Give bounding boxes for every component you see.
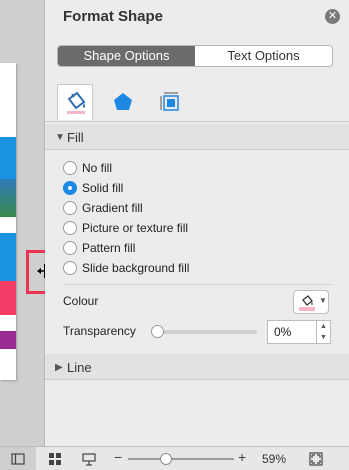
image-strip-landscape bbox=[0, 179, 16, 217]
colour-swatch bbox=[299, 307, 315, 311]
transparency-input[interactable]: 0% bbox=[267, 320, 317, 344]
shape-options-tab[interactable]: Shape Options bbox=[58, 46, 195, 66]
radio-label: Slide background fill bbox=[82, 261, 190, 275]
radio-label: Solid fill bbox=[82, 181, 124, 195]
format-shape-panel: Format Shape ✕ Shape Options Text Option… bbox=[45, 0, 349, 446]
status-bar: − + 59% bbox=[0, 446, 349, 470]
paint-bucket-icon bbox=[67, 91, 86, 114]
radio-slide-background-fill[interactable]: Slide background fill bbox=[63, 259, 189, 277]
image-strip-purple bbox=[0, 331, 16, 349]
pentagon-icon bbox=[114, 93, 132, 110]
radio-button-selected[interactable] bbox=[63, 181, 77, 195]
colour-picker-button[interactable]: ▼ bbox=[293, 290, 329, 314]
transparency-slider-thumb[interactable] bbox=[151, 325, 164, 338]
close-icon[interactable]: ✕ bbox=[325, 9, 340, 24]
image-strip-pink bbox=[0, 281, 16, 315]
radio-label: Pattern fill bbox=[82, 241, 136, 255]
transparency-slider-track[interactable] bbox=[155, 330, 257, 334]
radio-button[interactable] bbox=[63, 201, 77, 215]
expand-triangle-icon: ▶ bbox=[55, 362, 63, 373]
radio-label: No fill bbox=[82, 161, 113, 175]
fit-to-window-icon[interactable] bbox=[309, 452, 323, 466]
panel-title: Format Shape bbox=[63, 8, 164, 25]
radio-button[interactable] bbox=[63, 221, 77, 235]
shape-tabs bbox=[45, 84, 349, 122]
colour-label: Colour bbox=[63, 294, 99, 308]
fill-section-label: Fill bbox=[67, 130, 84, 145]
transparency-label: Transparency bbox=[63, 324, 136, 338]
radio-pattern-fill[interactable]: Pattern fill bbox=[63, 239, 135, 257]
options-segmented-control: Shape Options Text Options bbox=[57, 45, 333, 67]
slide-sorter-icon[interactable] bbox=[48, 452, 62, 466]
radio-label: Gradient fill bbox=[82, 201, 143, 215]
zoom-level: 59% bbox=[262, 452, 287, 466]
radio-button[interactable] bbox=[63, 261, 77, 275]
radio-no-fill[interactable]: No fill bbox=[63, 159, 112, 177]
presenter-view-icon[interactable] bbox=[82, 452, 96, 466]
slide-thumbnail[interactable] bbox=[0, 63, 16, 380]
line-section-label: Line bbox=[67, 360, 92, 375]
text-options-tab[interactable]: Text Options bbox=[195, 46, 332, 66]
radio-picture-fill[interactable]: Picture or texture fill bbox=[63, 219, 188, 237]
fill-section-header[interactable]: ▼ Fill bbox=[45, 124, 349, 150]
zoom-slider-track[interactable] bbox=[128, 458, 234, 460]
effects-tab[interactable] bbox=[105, 84, 141, 120]
zoom-slider-thumb[interactable] bbox=[160, 453, 173, 465]
size-properties-tab[interactable] bbox=[153, 84, 189, 120]
image-strip-blue bbox=[0, 137, 16, 179]
tabs-divider bbox=[45, 121, 349, 122]
image-strip-blue-2 bbox=[0, 233, 16, 283]
transparency-stepper[interactable]: ▲ ▼ bbox=[317, 320, 331, 344]
radio-button[interactable] bbox=[63, 241, 77, 255]
slide-canvas[interactable] bbox=[0, 0, 44, 446]
normal-view-icon bbox=[11, 453, 25, 465]
size-properties-icon bbox=[160, 92, 179, 111]
radio-gradient-fill[interactable]: Gradient fill bbox=[63, 199, 143, 217]
radio-button[interactable] bbox=[63, 161, 77, 175]
fill-line-tab[interactable] bbox=[57, 84, 93, 120]
zoom-in-button[interactable]: + bbox=[238, 449, 246, 465]
dropdown-arrow-icon: ▼ bbox=[319, 296, 327, 305]
zoom-out-button[interactable]: − bbox=[114, 449, 122, 465]
radio-label: Picture or texture fill bbox=[82, 221, 189, 235]
line-section-header[interactable]: ▶ Line bbox=[45, 354, 349, 380]
collapse-triangle-icon: ▼ bbox=[55, 132, 65, 143]
radio-solid-fill[interactable]: Solid fill bbox=[63, 179, 123, 197]
normal-view-button[interactable] bbox=[0, 447, 36, 470]
fill-divider bbox=[63, 284, 333, 285]
